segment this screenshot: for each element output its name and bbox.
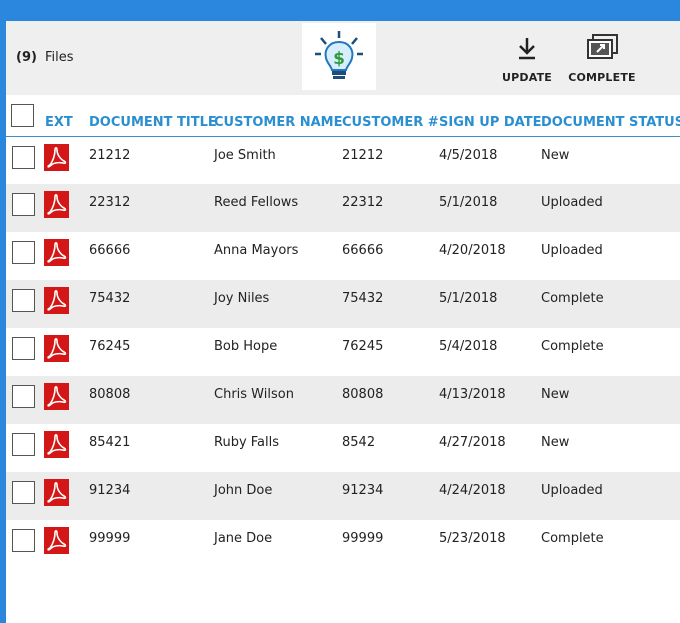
customer-name-cell: Joe Smith <box>214 148 276 163</box>
row-checkbox[interactable] <box>12 241 35 264</box>
sign-up-date-cell: 5/1/2018 <box>439 291 498 306</box>
stacked-images-icon <box>584 33 620 63</box>
document-status-cell: New <box>541 387 570 402</box>
pdf-file-icon[interactable] <box>44 144 69 171</box>
table-row[interactable]: 75432 Joy Niles 75432 5/1/2018 Complete <box>6 280 680 328</box>
customer-number-cell: 80808 <box>342 387 384 402</box>
document-title-cell: 80808 <box>89 387 131 402</box>
table-row[interactable]: 76245 Bob Hope 76245 5/4/2018 Complete <box>6 328 680 376</box>
customer-number-cell: 66666 <box>342 243 384 258</box>
pdf-file-icon[interactable] <box>44 383 69 410</box>
customer-name-cell: Reed Fellows <box>214 195 299 210</box>
customer-number-cell: 91234 <box>342 483 384 498</box>
column-header-ext[interactable]: EXT <box>45 115 73 130</box>
document-status-cell: New <box>541 435 570 450</box>
column-header-document-status[interactable]: DOCUMENT STATUS <box>541 115 680 130</box>
svg-text:$: $ <box>333 49 345 69</box>
table-row[interactable]: 99999 Jane Doe 99999 5/23/2018 Complete <box>6 520 680 568</box>
document-status-cell: Complete <box>541 291 604 306</box>
row-checkbox[interactable] <box>12 193 35 216</box>
row-checkbox[interactable] <box>12 146 35 169</box>
column-header-document-title[interactable]: DOCUMENT TITLE <box>89 115 217 130</box>
customer-name-cell: Chris Wilson <box>214 387 294 402</box>
document-title-cell: 76245 <box>89 339 131 354</box>
files-label: Files <box>45 50 74 65</box>
document-title-cell: 21212 <box>89 148 131 163</box>
customer-name-cell: Joy Niles <box>214 291 270 306</box>
row-checkbox[interactable] <box>12 481 35 504</box>
document-status-cell: Uploaded <box>541 195 603 210</box>
table-row[interactable]: 21212 Joe Smith 21212 4/5/2018 New <box>6 137 680 184</box>
document-status-cell: Uploaded <box>541 483 603 498</box>
update-button[interactable]: UPDATE <box>500 33 554 89</box>
document-status-cell: Complete <box>541 531 604 546</box>
pdf-file-icon[interactable] <box>44 335 69 362</box>
sign-up-date-cell: 5/1/2018 <box>439 195 498 210</box>
document-status-cell: Complete <box>541 339 604 354</box>
pdf-file-icon[interactable] <box>44 479 69 506</box>
document-title-cell: 66666 <box>89 243 131 258</box>
customer-number-cell: 22312 <box>342 195 384 210</box>
toolbar: (9) Files $ UPDATE COMPLETE <box>6 21 680 95</box>
pdf-file-icon[interactable] <box>44 191 69 218</box>
document-title-cell: 91234 <box>89 483 131 498</box>
column-header-customer-number[interactable]: CUSTOMER # <box>342 115 439 130</box>
table-header: EXT DOCUMENT TITLE CUSTOMER NAME CUSTOME… <box>6 95 680 137</box>
update-label: UPDATE <box>501 71 552 84</box>
customer-number-cell: 8542 <box>342 435 376 450</box>
customer-number-cell: 21212 <box>342 148 384 163</box>
customer-number-cell: 99999 <box>342 531 384 546</box>
complete-button[interactable]: COMPLETE <box>568 33 636 89</box>
customer-name-cell: John Doe <box>214 483 273 498</box>
customer-name-cell: Anna Mayors <box>214 243 299 258</box>
table-row[interactable]: 22312 Reed Fellows 22312 5/1/2018 Uploaded <box>6 184 680 232</box>
row-checkbox[interactable] <box>12 529 35 552</box>
sign-up-date-cell: 4/27/2018 <box>439 435 506 450</box>
row-checkbox[interactable] <box>12 433 35 456</box>
select-all-checkbox[interactable] <box>11 104 34 127</box>
pdf-file-icon[interactable] <box>44 527 69 554</box>
customer-name-cell: Jane Doe <box>214 531 273 546</box>
sign-up-date-cell: 5/4/2018 <box>439 339 498 354</box>
pdf-file-icon[interactable] <box>44 239 69 266</box>
pdf-file-icon[interactable] <box>44 431 69 458</box>
document-status-cell: New <box>541 148 570 163</box>
customer-number-cell: 75432 <box>342 291 384 306</box>
table-row[interactable]: 66666 Anna Mayors 66666 4/20/2018 Uploaded <box>6 232 680 280</box>
document-title-cell: 99999 <box>89 531 131 546</box>
table-row[interactable]: 80808 Chris Wilson 80808 4/13/2018 New <box>6 376 680 424</box>
window-title-bar <box>0 0 680 21</box>
document-status-cell: Uploaded <box>541 243 603 258</box>
sign-up-date-cell: 4/5/2018 <box>439 148 498 163</box>
document-title-cell: 22312 <box>89 195 131 210</box>
app-logo: $ <box>302 23 376 90</box>
complete-label: COMPLETE <box>568 71 636 84</box>
download-arrow-icon <box>516 33 538 63</box>
sign-up-date-cell: 4/24/2018 <box>439 483 506 498</box>
sign-up-date-cell: 5/23/2018 <box>439 531 506 546</box>
row-checkbox[interactable] <box>12 385 35 408</box>
document-title-cell: 85421 <box>89 435 131 450</box>
document-table-body: 21212 Joe Smith 21212 4/5/2018 New 22312 Reed … <box>6 137 680 568</box>
column-header-sign-up-date[interactable]: SIGN UP DATE <box>439 115 541 130</box>
row-checkbox[interactable] <box>12 337 35 360</box>
file-count: (9) <box>16 50 37 65</box>
customer-number-cell: 76245 <box>342 339 384 354</box>
row-checkbox[interactable] <box>12 289 35 312</box>
customer-name-cell: Bob Hope <box>214 339 278 354</box>
sign-up-date-cell: 4/13/2018 <box>439 387 506 402</box>
pdf-file-icon[interactable] <box>44 287 69 314</box>
customer-name-cell: Ruby Falls <box>214 435 280 450</box>
lightbulb-dollar-icon: $ <box>315 31 363 79</box>
table-row[interactable]: 85421 Ruby Falls 8542 4/27/2018 New <box>6 424 680 472</box>
document-title-cell: 75432 <box>89 291 131 306</box>
table-row[interactable]: 91234 John Doe 91234 4/24/2018 Uploaded <box>6 472 680 520</box>
sign-up-date-cell: 4/20/2018 <box>439 243 506 258</box>
column-header-customer-name[interactable]: CUSTOMER NAME <box>214 115 343 130</box>
